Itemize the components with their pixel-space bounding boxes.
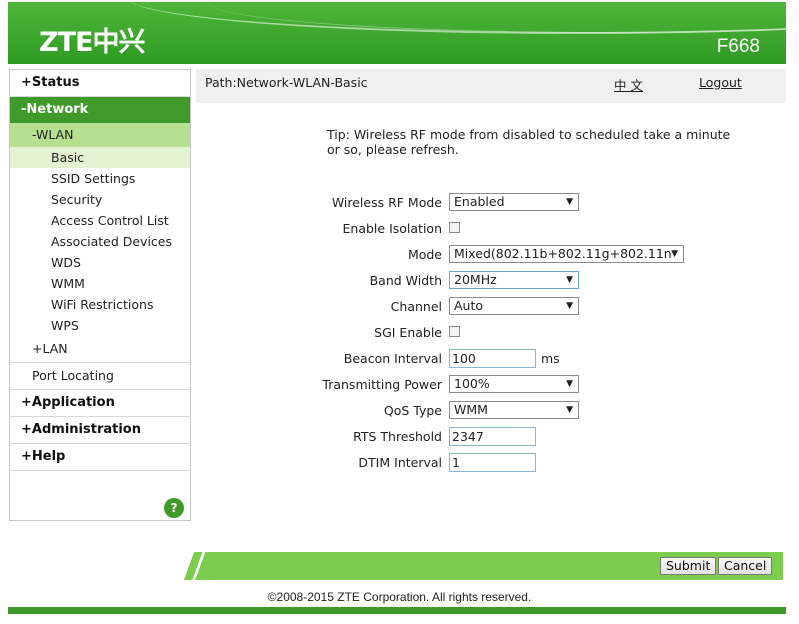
nav-administration-label: Administration	[31, 422, 141, 437]
qos-label: QoS Type	[383, 403, 442, 418]
nav-help[interactable]: +Help	[10, 444, 190, 471]
submit-button[interactable]: Submit	[660, 557, 717, 575]
rf-mode-label: Wireless RF Mode	[331, 195, 442, 210]
sgi-label: SGI Enable	[374, 325, 442, 340]
nav-application[interactable]: +Application	[10, 390, 190, 417]
copyright-text: ©2008-2015 ZTE Corporation. All rights r…	[267, 590, 532, 604]
channel-value: Auto	[454, 298, 484, 313]
nav-lan-label: LAN	[42, 341, 68, 356]
dropdown-arrow-icon: ▼	[671, 249, 678, 259]
sgi-checkbox[interactable]	[449, 326, 460, 337]
dropdown-arrow-icon: ▼	[566, 405, 573, 415]
logout-link[interactable]: Logout	[699, 75, 742, 90]
qos-value: WMM	[454, 402, 488, 417]
nav-wifi-restrictions[interactable]: WiFi Restrictions	[10, 294, 190, 315]
expand-plus-icon: +	[21, 449, 32, 464]
channel-label: Channel	[390, 299, 442, 314]
beacon-unit: ms	[541, 351, 560, 366]
mode-label: Mode	[407, 247, 442, 262]
header-banner: ZTE中兴 F668	[8, 2, 786, 64]
expand-plus-icon: +	[32, 341, 43, 356]
cancel-button[interactable]: Cancel	[718, 557, 773, 575]
row-tx-power: Transmitting Power 100% ▼	[196, 375, 786, 395]
nav-wds[interactable]: WDS	[10, 252, 190, 273]
channel-select[interactable]: Auto ▼	[449, 297, 579, 315]
dtim-interval-input[interactable]: 1	[449, 453, 536, 472]
mode-select[interactable]: Mixed(802.11b+802.11g+802.11n ▼	[449, 245, 684, 263]
qos-select[interactable]: WMM ▼	[449, 401, 579, 419]
row-channel: Channel Auto ▼	[196, 297, 786, 317]
bandwidth-value: 20MHz	[454, 272, 497, 287]
isolation-checkbox[interactable]	[449, 222, 460, 233]
bandwidth-select[interactable]: 20MHz ▼	[449, 271, 579, 289]
nav-ssid-settings[interactable]: SSID Settings	[10, 168, 190, 189]
path-bar: Path:Network-WLAN-Basic 中 文 Logout	[196, 69, 786, 103]
nav-network-label: Network	[26, 102, 89, 117]
expand-plus-icon: +	[21, 395, 32, 410]
nav-wmm[interactable]: WMM	[10, 273, 190, 294]
row-isolation: Enable Isolation	[196, 219, 786, 239]
footer-band: Submit Cancel	[166, 552, 783, 580]
mode-value: Mixed(802.11b+802.11g+802.11n	[454, 246, 672, 261]
rf-mode-select[interactable]: Enabled ▼	[449, 193, 579, 211]
nav-network[interactable]: -Network	[10, 97, 190, 123]
row-bandwidth: Band Width 20MHz ▼	[196, 271, 786, 291]
nav-wlan-label: WLAN	[36, 127, 74, 142]
row-sgi: SGI Enable	[196, 323, 786, 343]
nav-administration[interactable]: +Administration	[10, 417, 190, 444]
dropdown-arrow-icon: ▼	[566, 379, 573, 389]
row-beacon: Beacon Interval 100 ms	[196, 349, 786, 369]
isolation-label: Enable Isolation	[342, 221, 442, 236]
dropdown-arrow-icon: ▼	[566, 301, 573, 311]
language-switch-link[interactable]: 中 文	[614, 75, 643, 94]
tx-power-value: 100%	[454, 376, 490, 391]
breadcrumb: Path:Network-WLAN-Basic	[205, 75, 368, 90]
dtim-label: DTIM Interval	[358, 455, 442, 470]
footer-stripe-decoration	[166, 552, 226, 580]
wlan-basic-form: Tip: Wireless RF mode from disabled to s…	[196, 103, 786, 550]
nav-application-label: Application	[31, 395, 115, 410]
nav-wlan-basic[interactable]: Basic	[10, 147, 190, 168]
tx-power-label: Transmitting Power	[322, 377, 442, 392]
left-navigation: +Status -Network -WLAN Basic SSID Settin…	[9, 69, 191, 521]
help-question-icon[interactable]: ?	[164, 498, 184, 518]
nav-associated-devices[interactable]: Associated Devices	[10, 231, 190, 252]
rts-label: RTS Threshold	[353, 429, 442, 444]
rf-mode-value: Enabled	[454, 194, 505, 209]
nav-lan[interactable]: +LAN	[10, 336, 190, 362]
beacon-label: Beacon Interval	[343, 351, 442, 366]
row-rts: RTS Threshold 2347	[196, 427, 786, 447]
zte-logo: ZTE中兴	[39, 27, 145, 58]
expand-plus-icon: +	[21, 75, 32, 90]
row-dtim: DTIM Interval 1	[196, 453, 786, 473]
row-qos: QoS Type WMM ▼	[196, 401, 786, 421]
row-mode: Mode Mixed(802.11b+802.11g+802.11n ▼	[196, 245, 786, 265]
dropdown-arrow-icon: ▼	[566, 197, 573, 207]
nav-security[interactable]: Security	[10, 189, 190, 210]
dropdown-arrow-icon: ▼	[566, 275, 573, 285]
beacon-interval-input[interactable]: 100	[449, 349, 536, 368]
nav-access-control-list[interactable]: Access Control List	[10, 210, 190, 231]
bandwidth-label: Band Width	[369, 273, 442, 288]
tip-text: Tip: Wireless RF mode from disabled to s…	[327, 127, 731, 157]
bottom-green-bar	[8, 607, 786, 614]
nav-port-locating[interactable]: Port Locating	[10, 362, 190, 390]
nav-wlan[interactable]: -WLAN	[10, 123, 190, 147]
nav-status-label: Status	[31, 75, 80, 90]
row-rf-mode: Wireless RF Mode Enabled ▼	[196, 193, 786, 213]
nav-help-label: Help	[31, 449, 66, 464]
expand-plus-icon: +	[21, 422, 32, 437]
rts-threshold-input[interactable]: 2347	[449, 427, 536, 446]
tx-power-select[interactable]: 100% ▼	[449, 375, 579, 393]
device-model: F668	[716, 36, 760, 57]
header-sheen-secondary	[208, 2, 786, 33]
nav-status[interactable]: +Status	[10, 70, 190, 97]
nav-wps[interactable]: WPS	[10, 315, 190, 336]
